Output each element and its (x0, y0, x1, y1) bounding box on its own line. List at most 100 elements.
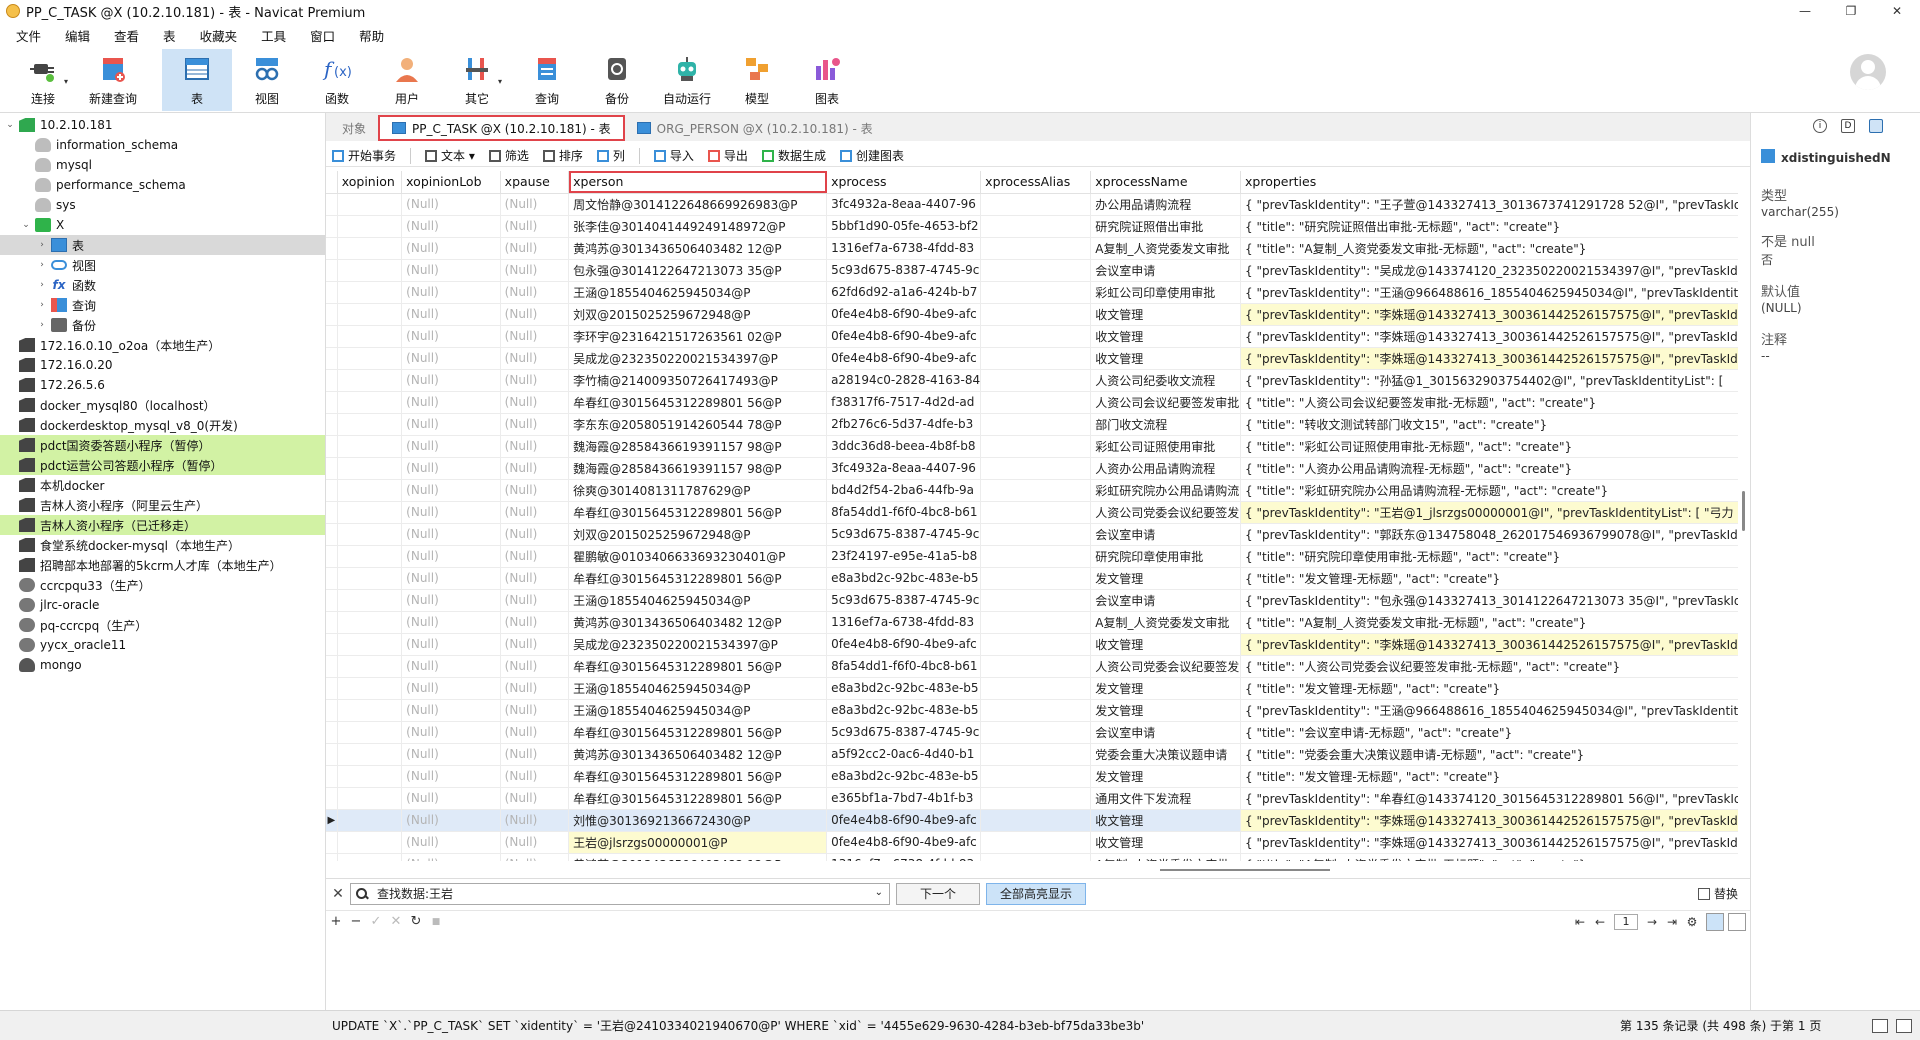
find-input[interactable]: 查找数据:王岩 ⌄ (350, 882, 890, 905)
cell-xpause[interactable]: (Null) (500, 369, 570, 392)
cell-xperson[interactable]: 吴成龙@232350220021534397@P (568, 633, 828, 656)
menu-item-3[interactable]: 表 (151, 26, 188, 45)
cell-xprocess[interactable]: 0fe4e4b8-6f90-4be9-afc (826, 633, 982, 656)
cell-xproperties[interactable]: { "title": "研究院印章使用审批-无标题", "act": "crea… (1240, 545, 1750, 568)
table-row[interactable]: (Null) (Null) 徐爽@3014081311787629@P bd4d2f5… (326, 479, 1750, 502)
cell-xpause[interactable]: (Null) (500, 215, 570, 238)
tab-0[interactable]: 对象 (330, 115, 378, 141)
cell-xprocessAlias[interactable] (980, 721, 1092, 744)
cell-xopinion[interactable] (337, 633, 403, 656)
cell-xprocess[interactable]: 1316ef7a-6738-4fdd-83 (826, 237, 982, 260)
cell-xprocessAlias[interactable] (980, 831, 1092, 854)
cell-xprocess[interactable]: 5bbf1d90-05fe-4653-bf2 (826, 215, 982, 238)
cell-xperson[interactable]: 周文怡静@3014122648669926983@P (568, 193, 828, 216)
cell-xprocess[interactable]: 1316ef7a-6738-4fdd-83 (826, 853, 982, 861)
cell-xperson[interactable]: 王涵@1855404625945034@P (568, 281, 828, 304)
page-number-input[interactable]: 1 (1614, 914, 1638, 930)
first-page-button[interactable]: ⇤ (1570, 915, 1590, 929)
apply-changes-button[interactable]: ✓ (366, 914, 386, 929)
cell-xpause[interactable]: (Null) (500, 347, 570, 370)
column-header-xprocessName[interactable]: xprocessName (1090, 171, 1242, 194)
toolbar-tools-button[interactable]: 其它 ▾ (442, 49, 512, 111)
cell-xprocessAlias[interactable] (980, 853, 1092, 861)
table-row[interactable]: (Null)(Null)黄鸿苏@3013436506403482 12@P131… (326, 853, 1750, 861)
chevron-down-icon[interactable]: ⌄ (875, 887, 883, 898)
cell-xopinion[interactable] (337, 413, 403, 436)
cell-xprocess[interactable]: 5c93d675-8387-4745-9c (826, 259, 982, 282)
tree-node[interactable]: ⌄ 10.2.10.181 (0, 115, 325, 135)
cell-xprocess[interactable]: 0fe4e4b8-6f90-4be9-afc (826, 831, 982, 854)
cell-xprocessAlias[interactable] (980, 611, 1092, 634)
menu-item-2[interactable]: 查看 (102, 26, 151, 45)
cell-xprocessAlias[interactable] (980, 369, 1092, 392)
grid-view-icon[interactable] (1706, 913, 1724, 931)
table-row[interactable]: (Null) (Null) 李竹楠@214009350726417493@P a281… (326, 369, 1750, 392)
layout-icon[interactable] (1869, 119, 1883, 133)
cell-xprocessAlias[interactable] (980, 325, 1092, 348)
cell-xprocess[interactable]: 2fb276c6-5d37-4dfe-b3 (826, 413, 982, 436)
cell-xperson[interactable]: 瞿鹏敏@0103406633693230401@P (568, 545, 828, 568)
cell-xopinionLob[interactable]: (Null) (401, 853, 501, 861)
cell-xopinion[interactable] (337, 677, 403, 700)
cell-xopinionLob[interactable]: (Null) (401, 457, 501, 480)
cell-xproperties[interactable]: { "prevTaskIdentity": "王岩@1_jlsrzgs00000… (1240, 501, 1750, 524)
cell-xprocessName[interactable]: 研究院证照借出审批 (1090, 215, 1242, 238)
cell-xopinionLob[interactable]: (Null) (401, 655, 501, 678)
chevron-down-icon[interactable]: ▾ (64, 77, 68, 86)
cell-xpause[interactable]: (Null) (500, 391, 570, 414)
cell-xprocess[interactable]: a28194c0-2828-4163-84 (826, 369, 982, 392)
toolbar-user-button[interactable]: 用户 (372, 49, 442, 111)
cell-xperson[interactable]: 徐爽@3014081311787629@P (568, 479, 828, 502)
cell-xpause[interactable]: (Null) (500, 303, 570, 326)
cell-xopinion[interactable] (337, 501, 403, 524)
cell-xprocess[interactable]: e8a3bd2c-92bc-483e-b5 (826, 765, 982, 788)
cell-xopinionLob[interactable]: (Null) (401, 479, 501, 502)
column-header-xprocessAlias[interactable]: xprocessAlias (980, 171, 1092, 194)
cell-xprocessName[interactable]: 部门收文流程 (1090, 413, 1242, 436)
table-row[interactable]: (Null) (Null) 魏海霞@2858436619391157 98@P 3dd… (326, 435, 1750, 458)
cell-xopinion[interactable] (337, 831, 403, 854)
cell-xprocess[interactable]: 5c93d675-8387-4745-9c (826, 721, 982, 744)
cell-xprocess[interactable]: e8a3bd2c-92bc-483e-b5 (826, 567, 982, 590)
expand-arrow-icon[interactable]: › (36, 260, 48, 270)
cell-xpause[interactable]: (Null) (500, 413, 570, 436)
cell-xprocessAlias[interactable] (980, 193, 1092, 216)
cell-xopinionLob[interactable]: (Null) (401, 545, 501, 568)
cell-xproperties[interactable]: { "title": "彩虹公司证照使用审批-无标题", "act": "cre… (1240, 435, 1750, 458)
cell-xprocess[interactable]: bd4d2f54-2ba6-44fb-9a (826, 479, 982, 502)
cell-xperson[interactable]: 牟春红@3015645312289801 56@P (568, 655, 828, 678)
cell-xproperties[interactable]: { "prevTaskIdentity": "王涵@966488616_1855… (1240, 699, 1750, 722)
menu-item-0[interactable]: 文件 (4, 26, 53, 45)
cell-xprocess[interactable]: 62fd6d92-a1a6-424b-b7 (826, 281, 982, 304)
cell-xopinionLob[interactable]: (Null) (401, 765, 501, 788)
cell-xprocessName[interactable]: 人资公司党委会议纪要签发 (1090, 501, 1242, 524)
tree-node[interactable]: ccrcpqu33（生产） (0, 575, 325, 595)
cell-xproperties[interactable]: { "prevTaskIdentity": "王涵@966488616_1855… (1240, 281, 1750, 304)
cell-xperson[interactable]: 李环宇@2316421517263561 02@P (568, 325, 828, 348)
cell-xprocessName[interactable]: A复制_人资党委发文审批 (1090, 853, 1242, 861)
table-row[interactable]: (Null) (Null) 吴成龙@232350220021534397@P 0fe4… (326, 347, 1750, 370)
cell-xprocessAlias[interactable] (980, 787, 1092, 810)
cell-xopinion[interactable] (337, 523, 403, 546)
maximize-button[interactable]: ❐ (1828, 0, 1874, 22)
table-row[interactable]: (Null) (Null) 瞿鹏敏@0103406633693230401@P 23f… (326, 545, 1750, 568)
cell-xproperties[interactable]: { "title": "人资办公用品请购流程-无标题", "act": "cre… (1240, 457, 1750, 480)
tree-node[interactable]: pq-ccrcpq（生产） (0, 615, 325, 635)
menu-item-1[interactable]: 编辑 (53, 26, 102, 45)
toolbar-chart-button[interactable]: 图表 (792, 49, 862, 111)
cell-xopinion[interactable] (337, 743, 403, 766)
column-header-xpause[interactable]: xpause (500, 171, 570, 194)
cell-xproperties[interactable]: { "title": "A复制_人资党委发文审批-无标题", "act": "c… (1240, 611, 1750, 634)
cell-xprocess[interactable]: e8a3bd2c-92bc-483e-b5 (826, 677, 982, 700)
column-header-xperson[interactable]: xperson (568, 171, 828, 194)
vertical-scrollbar[interactable] (1738, 171, 1750, 861)
cell-xopinion[interactable] (337, 809, 403, 832)
cell-xpause[interactable]: (Null) (500, 677, 570, 700)
column-header-xopinionLob[interactable]: xopinionLob (401, 171, 501, 194)
cell-xprocessAlias[interactable] (980, 281, 1092, 304)
cell-xopinion[interactable] (337, 325, 403, 348)
cell-xopinionLob[interactable]: (Null) (401, 633, 501, 656)
table-row[interactable]: (Null) (Null) 王岩@jlsrzgs00000001@P 0fe4e4b8… (326, 831, 1750, 854)
toolbar-model-button[interactable]: 模型 (722, 49, 792, 111)
cell-xopinion[interactable] (337, 347, 403, 370)
